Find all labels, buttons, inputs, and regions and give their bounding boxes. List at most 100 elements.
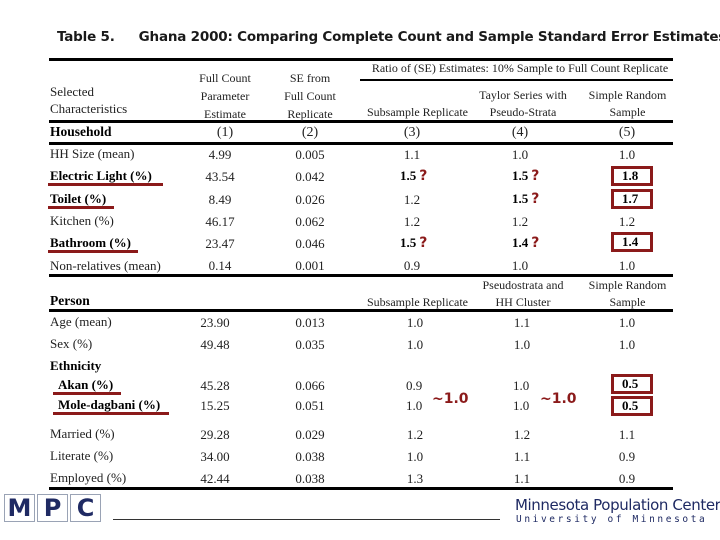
cell-c1: 45.28 — [200, 378, 230, 393]
cell-c2: 0.001 — [295, 258, 325, 273]
highlight-underline — [48, 250, 138, 253]
highlight-box-c5: 1.7 — [611, 189, 654, 209]
colnum-1: (1) — [216, 125, 234, 140]
person-header-col4: Pseudostrata and HH Cluster — [463, 278, 583, 310]
cell-c3: 1.0 — [406, 315, 424, 330]
header-col1: Full Count Parameter Estimate — [180, 71, 270, 122]
cell-c2: 0.062 — [295, 214, 325, 229]
cell-c2: 0.051 — [295, 398, 325, 413]
person-header-col4-line1: Pseudostrata and — [482, 278, 564, 292]
header-col4-line1: Taylor Series with — [479, 88, 567, 102]
cell-c4: 1.0 — [513, 337, 531, 352]
cell-c3: 1.5? — [400, 235, 427, 251]
question-mark-icon: ? — [531, 235, 540, 251]
question-mark-icon: ? — [531, 191, 540, 207]
cell-c4: 1.1 — [513, 315, 531, 330]
cell-c3: 1.0 — [406, 337, 424, 352]
highlight-box-c5: 1.4 — [611, 232, 654, 252]
cell-c2: 0.038 — [295, 471, 325, 486]
cell-c1: 49.48 — [200, 337, 230, 352]
header-col2-line2: Full Count — [284, 89, 336, 103]
cell-c2: 0.026 — [295, 192, 325, 207]
cell-c3: 1.0 — [406, 449, 424, 464]
header-col5-line1: Simple Random — [588, 88, 667, 102]
person-header-col5-line2: Sample — [609, 295, 646, 309]
cell-c5: 1.0 — [618, 258, 636, 273]
cell-c2: 0.013 — [295, 315, 325, 330]
colnum-4: (4) — [511, 125, 529, 140]
header-selected-line2: Characteristics — [50, 101, 128, 116]
cell-c3: 1.2 — [403, 214, 421, 229]
cell-c4-value: 1.5 — [512, 191, 529, 206]
cell-c2: 0.029 — [295, 427, 325, 442]
cell-c1: 8.49 — [208, 192, 232, 207]
header-col3: Subsample Replicate — [367, 105, 468, 119]
row-label: Age (mean) — [50, 314, 112, 329]
colnum-5: (5) — [618, 125, 636, 140]
row-label: Akan (%) — [58, 377, 114, 392]
header-col1-line1: Full Count — [199, 71, 251, 85]
row-label: Literate (%) — [50, 448, 114, 463]
highlight-underline — [53, 392, 121, 395]
cell-c4: 1.0 — [513, 378, 530, 393]
cell-c1: 43.54 — [205, 169, 235, 184]
cell-c3: 1.2 — [403, 192, 421, 207]
cell-c2: 0.046 — [295, 236, 325, 251]
cell-c3: 0.9 — [406, 378, 423, 393]
cell-c5: 0.9 — [618, 471, 636, 486]
cell-c4: 1.2 — [511, 214, 529, 229]
cell-c1: 23.47 — [205, 236, 235, 251]
cell-c1: 15.25 — [200, 398, 230, 413]
cell-c5: 1.0 — [618, 337, 636, 352]
cell-c2: 0.042 — [295, 169, 325, 184]
table-title: Table 5. Ghana 2000: Comparing Complete C… — [57, 29, 720, 45]
row-label: HH Size (mean) — [50, 146, 135, 161]
cell-c2: 0.035 — [295, 337, 325, 352]
table-bottom-rule — [49, 487, 673, 490]
logo-letter-p: P — [37, 494, 68, 522]
cell-c1: 0.14 — [208, 258, 232, 273]
cell-c2: 0.038 — [295, 449, 325, 464]
header-col2: SE from Full Count Replicate — [265, 71, 355, 122]
table-title-text: Ghana 2000: Comparing Complete Count and… — [138, 29, 720, 45]
colnum-3: (3) — [403, 125, 421, 140]
cell-c1: 29.28 — [200, 427, 230, 442]
approx-annotation-c3: ~1.0 — [432, 391, 469, 407]
row-label: Married (%) — [50, 426, 115, 441]
header-col1-line3: Estimate — [204, 107, 246, 121]
cell-c3-value: 1.5 — [400, 235, 417, 250]
question-mark-icon: ? — [419, 235, 428, 251]
highlight-box-c5: 0.5 — [611, 396, 654, 416]
cell-c5: 1.2 — [618, 214, 636, 229]
cell-c4: 1.0 — [513, 398, 530, 413]
footer-divider — [113, 519, 500, 520]
highlight-box-c5: 0.5 — [611, 374, 654, 394]
logo-letter-m: M — [4, 494, 35, 522]
household-bottom-rule — [49, 274, 673, 277]
cell-c5: 1.0 — [618, 315, 636, 330]
header-col2-line3: Replicate — [287, 107, 333, 121]
cell-c5: 0.9 — [618, 449, 636, 464]
row-label: Mole-dagbani (%) — [58, 397, 161, 412]
cell-c4: 1.0 — [511, 258, 529, 273]
colnum-2: (2) — [301, 125, 319, 140]
logo-letter-c: C — [70, 494, 101, 522]
approx-annotation-c4: ~1.0 — [540, 391, 577, 407]
cell-c3: 1.1 — [403, 147, 421, 162]
header-col5-line2: Sample — [609, 105, 646, 119]
section-person: Person — [50, 293, 90, 308]
header-col5: Simple Random Sample — [580, 88, 675, 120]
row-label: Bathroom (%) — [50, 235, 132, 250]
section-household: Household — [50, 124, 112, 139]
row-label: Electric Light (%) — [50, 168, 152, 183]
highlight-underline — [53, 412, 169, 415]
cell-c5: 1.1 — [618, 427, 636, 442]
cell-c2: 0.066 — [295, 378, 325, 393]
question-mark-icon: ? — [419, 168, 428, 184]
ethnicity-label: Ethnicity — [50, 358, 102, 373]
person-header-col5: Simple Random Sample — [580, 278, 675, 310]
highlight-box-c5: 1.8 — [611, 166, 654, 186]
cell-c4-value: 1.4 — [512, 235, 529, 250]
row-label: Toilet (%) — [50, 191, 107, 206]
cell-c3: 0.9 — [403, 258, 421, 273]
